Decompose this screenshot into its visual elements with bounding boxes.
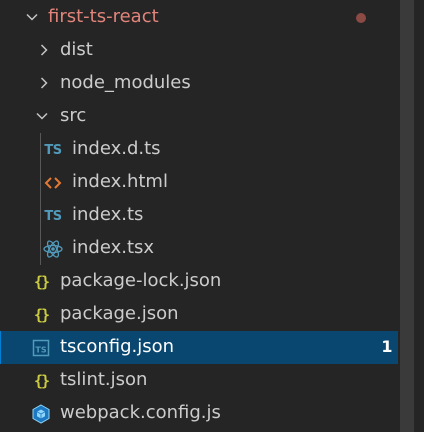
tree-item-label: index.tsx [72,237,155,258]
tree-item-label: index.html [72,171,168,192]
tree-item-package-json[interactable]: {} package.json [0,298,398,331]
tsconfig-icon: TS [30,337,52,359]
tree-item-index-ts[interactable]: TS index.ts [0,199,398,232]
json-icon: {} [33,306,50,324]
webpack-icon [30,403,52,425]
chevron-right-icon[interactable] [36,75,52,91]
file-explorer-tree: first-ts-react dist node_modules src TS … [0,0,398,432]
chevron-down-icon[interactable] [34,108,50,124]
react-icon [42,238,64,260]
tree-item-label: package-lock.json [60,270,222,291]
modified-indicator-dot [356,13,366,23]
tree-item-label: webpack.config.js [60,402,221,423]
svg-text:TS: TS [35,346,46,355]
tree-item-label: index.ts [72,204,144,225]
chevron-down-icon[interactable] [24,9,40,25]
tree-item-package-lock-json[interactable]: {} package-lock.json [0,265,398,298]
root-folder-label: first-ts-react [48,6,159,27]
tree-item-webpack-config-js[interactable]: webpack.config.js [0,397,398,430]
json-icon: {} [33,273,50,291]
tree-item-label: node_modules [60,72,191,93]
vertical-scrollbar[interactable] [400,0,414,432]
typescript-icon: TS [44,142,62,158]
tree-item-index-html[interactable]: index.html [0,166,398,199]
tree-item-node-modules[interactable]: node_modules [0,67,398,100]
chevron-right-icon[interactable] [36,42,52,58]
tree-item-label: index.d.ts [72,138,161,159]
html-icon [42,172,64,194]
tree-item-dist[interactable]: dist [0,34,398,67]
tree-item-tslint-json[interactable]: {} tslint.json [0,364,398,397]
tree-item-tsconfig-json[interactable]: TS tsconfig.json 1 [0,331,398,364]
explorer-root-folder[interactable]: first-ts-react [0,1,398,34]
tree-item-label: tslint.json [60,369,148,390]
tree-item-label: tsconfig.json [60,336,175,357]
json-icon: {} [33,372,50,390]
tree-item-src[interactable]: src [0,100,398,133]
typescript-icon: TS [44,208,62,224]
tree-item-label: package.json [60,303,179,324]
tree-item-index-d-ts[interactable]: TS index.d.ts [0,133,398,166]
tree-item-index-tsx[interactable]: index.tsx [0,232,398,265]
problems-count-badge: 1 [381,337,393,356]
tree-item-label: dist [60,39,93,60]
tree-item-label: src [60,105,87,126]
editor-gutter [414,0,424,432]
